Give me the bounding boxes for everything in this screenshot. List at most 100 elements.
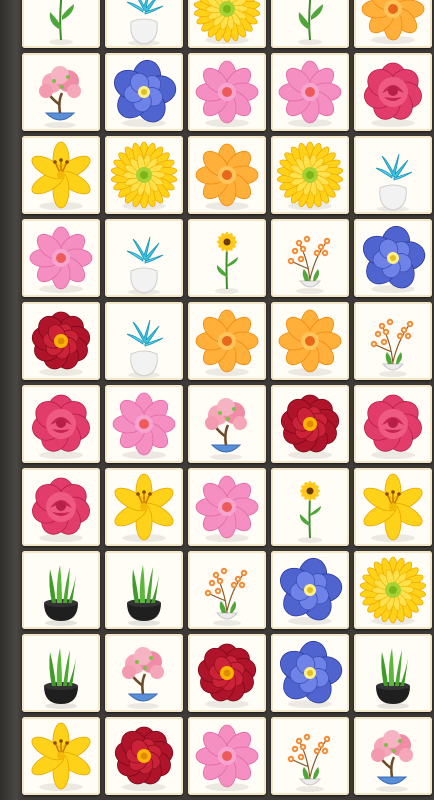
blue-lily-icon: [126, 0, 164, 46]
tile-red-peony[interactable]: [105, 717, 183, 795]
tile-orange-daisy[interactable]: [271, 302, 349, 380]
tile-red-peony[interactable]: [188, 634, 266, 712]
grass-pot-icon: [44, 648, 78, 709]
sunflower-icon: [298, 481, 322, 543]
grass-pot-icon: [376, 648, 410, 709]
pink-daisy-icon: [195, 60, 259, 127]
tile-pink-rose[interactable]: [22, 468, 100, 546]
tile-pink-daisy[interactable]: [188, 468, 266, 546]
yellow-lily-icon: [31, 141, 91, 210]
tile-red-peony[interactable]: [271, 385, 349, 463]
sunflower-icon: [215, 232, 239, 294]
pink-daisy-icon: [278, 60, 342, 127]
tile-orchid[interactable]: [271, 219, 349, 297]
yellow-gerbera-icon: [359, 556, 427, 625]
tile-bonsai[interactable]: [105, 634, 183, 712]
grass-pot-icon: [127, 565, 161, 626]
tile-pink-rose[interactable]: [354, 385, 432, 463]
tile-pink-daisy[interactable]: [188, 717, 266, 795]
tile-pink-daisy[interactable]: [105, 385, 183, 463]
red-peony-icon: [197, 643, 257, 708]
orchid-icon: [287, 235, 331, 294]
tile-yellow-gerbera[interactable]: [354, 551, 432, 629]
orange-daisy-icon: [195, 309, 259, 376]
pink-rose-icon: [32, 394, 90, 459]
blue-flower-icon: [113, 59, 177, 127]
tile-pink-daisy[interactable]: [271, 53, 349, 131]
tile-pink-daisy[interactable]: [188, 53, 266, 131]
tile-yellow-lily[interactable]: [105, 468, 183, 546]
tile-yellow-lily[interactable]: [22, 136, 100, 214]
tile-blue-lily[interactable]: [105, 219, 183, 297]
tile-bonsai[interactable]: [188, 385, 266, 463]
blue-lily-icon: [126, 236, 164, 295]
pink-rose-icon: [364, 394, 422, 459]
pink-daisy-icon: [29, 226, 93, 293]
tile-grass-pot[interactable]: [22, 634, 100, 712]
tile-pink-rose[interactable]: [354, 53, 432, 131]
blue-lily-icon: [126, 319, 164, 378]
tile-blue-flower[interactable]: [271, 551, 349, 629]
tile-blue-lily[interactable]: [354, 136, 432, 214]
red-peony-icon: [280, 394, 340, 459]
tile-sunflower[interactable]: [271, 468, 349, 546]
tulip-icon: [49, 0, 74, 45]
tile-grass-pot[interactable]: [105, 551, 183, 629]
pink-daisy-icon: [195, 475, 259, 542]
tile-blue-lily[interactable]: [105, 302, 183, 380]
bonsai-icon: [39, 66, 81, 128]
pink-daisy-icon: [112, 392, 176, 459]
tile-orange-daisy[interactable]: [188, 302, 266, 380]
grass-pot-icon: [44, 565, 78, 626]
orange-daisy-icon: [195, 143, 259, 210]
tile-yellow-gerbera[interactable]: [105, 136, 183, 214]
orchid-icon: [287, 733, 331, 792]
blue-flower-icon: [279, 640, 343, 708]
tile-orchid[interactable]: [188, 551, 266, 629]
tile-yellow-lily[interactable]: [354, 468, 432, 546]
yellow-lily-icon: [31, 722, 91, 791]
blue-lily-icon: [375, 153, 413, 212]
yellow-gerbera-icon: [110, 141, 178, 210]
bonsai-icon: [205, 398, 247, 460]
tile-sunflower[interactable]: [188, 219, 266, 297]
yellow-gerbera-icon: [276, 141, 344, 210]
tile-orchid[interactable]: [271, 717, 349, 795]
tile-orange-daisy[interactable]: [354, 0, 432, 48]
tile-pink-rose[interactable]: [22, 385, 100, 463]
bonsai-icon: [122, 647, 164, 709]
tile-blue-flower[interactable]: [105, 53, 183, 131]
tile-orange-daisy[interactable]: [188, 136, 266, 214]
orange-daisy-icon: [361, 0, 425, 44]
tile-grass-pot[interactable]: [22, 551, 100, 629]
tile-bonsai[interactable]: [22, 53, 100, 131]
tile-pink-daisy[interactable]: [22, 219, 100, 297]
orchid-icon: [204, 567, 248, 626]
orchid-icon: [370, 318, 414, 377]
blue-flower-icon: [362, 225, 426, 293]
pink-rose-icon: [32, 477, 90, 542]
tile-tulip[interactable]: [22, 0, 100, 48]
tulip-icon: [298, 0, 323, 45]
pink-daisy-icon: [195, 724, 259, 791]
tile-blue-lily[interactable]: [105, 0, 183, 48]
red-peony-icon: [114, 726, 174, 791]
game-board: [0, 0, 434, 800]
tile-grass-pot[interactable]: [354, 634, 432, 712]
tile-orchid[interactable]: [354, 302, 432, 380]
blue-flower-icon: [279, 557, 343, 625]
orange-daisy-icon: [278, 309, 342, 376]
tile-blue-flower[interactable]: [271, 634, 349, 712]
yellow-lily-icon: [114, 473, 174, 542]
tile-blue-flower[interactable]: [354, 219, 432, 297]
tile-bonsai[interactable]: [354, 717, 432, 795]
tile-yellow-gerbera[interactable]: [271, 136, 349, 214]
tile-tulip[interactable]: [271, 0, 349, 48]
red-peony-icon: [31, 311, 91, 376]
tile-red-peony[interactable]: [22, 302, 100, 380]
yellow-lily-icon: [363, 473, 423, 542]
tile-yellow-lily[interactable]: [22, 717, 100, 795]
pink-rose-icon: [364, 62, 422, 127]
tile-yellow-gerbera[interactable]: [188, 0, 266, 48]
yellow-gerbera-icon: [193, 0, 261, 44]
